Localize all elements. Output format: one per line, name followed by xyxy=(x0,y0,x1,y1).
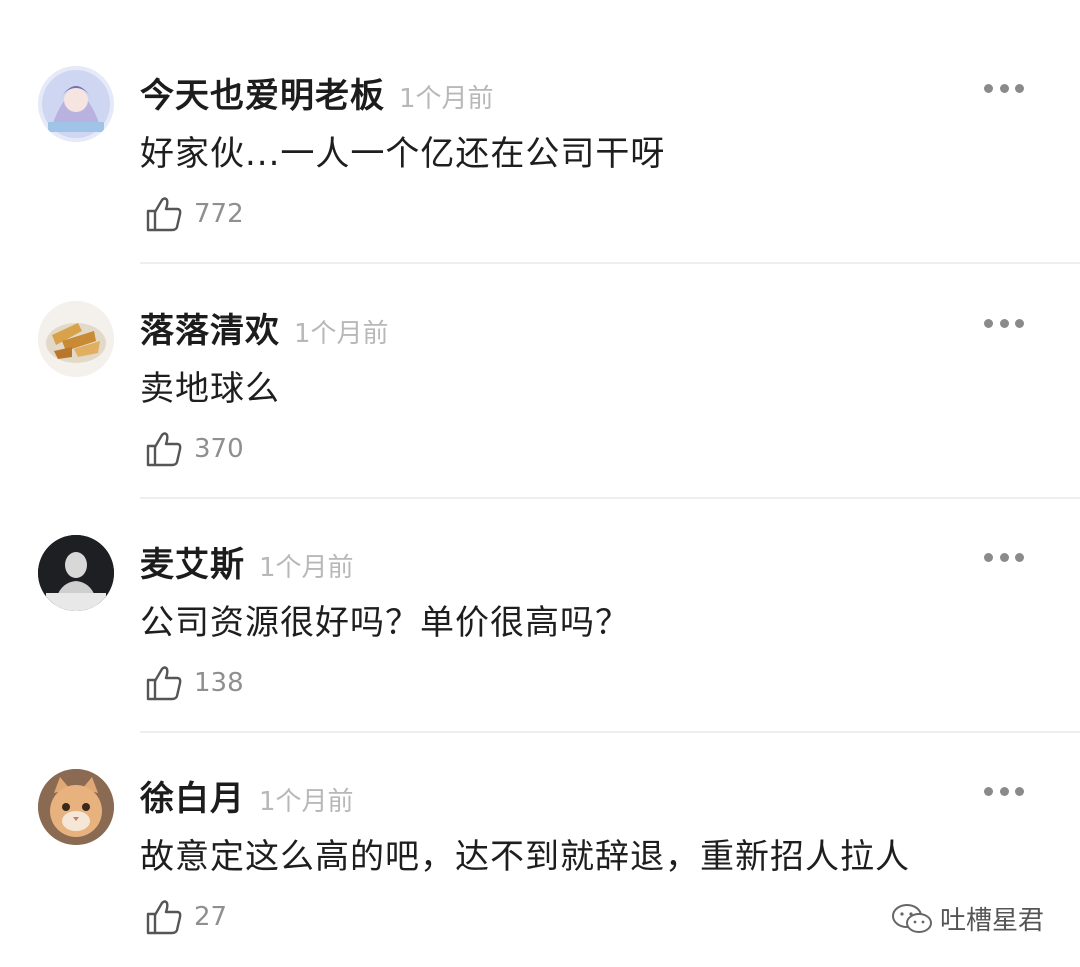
food-avatar-icon xyxy=(38,301,114,377)
username-text[interactable]: 麦艾斯 xyxy=(140,545,245,585)
comment-text: 好家伙...一人一个亿还在公司干呀 xyxy=(140,134,666,174)
like-count: 370 xyxy=(194,434,244,464)
like-button[interactable]: 27 xyxy=(144,897,227,937)
anime-avatar-icon xyxy=(38,66,114,142)
more-dot xyxy=(984,83,993,93)
more-dot xyxy=(999,786,1009,796)
user-avatar[interactable] xyxy=(38,769,114,845)
more-options-button[interactable] xyxy=(984,316,1024,330)
username[interactable]: 麦艾斯 1个月前 xyxy=(140,537,354,586)
more-dot xyxy=(984,318,993,328)
thumbs-up-icon xyxy=(146,432,182,467)
username-text[interactable]: 今天也爱明老板 xyxy=(140,76,385,116)
comment-text: 公司资源很好吗？单价很高吗？ xyxy=(140,603,630,643)
comment-time: 1个月前 xyxy=(259,787,354,817)
more-options-button[interactable] xyxy=(984,784,1024,798)
thumbs-up-icon xyxy=(146,900,182,935)
more-options-button[interactable] xyxy=(984,81,1024,95)
comment-item: 落落清欢 1个月前 卖地球么 370 xyxy=(0,235,1080,499)
username[interactable]: 徐白月 1个月前 xyxy=(140,771,354,820)
statue-avatar-icon xyxy=(38,535,114,611)
thumbs-up-icon xyxy=(146,197,182,232)
thumbs-up-icon xyxy=(146,666,182,701)
more-dot xyxy=(1015,786,1024,796)
more-dot xyxy=(999,552,1009,562)
like-count: 772 xyxy=(194,199,244,229)
username[interactable]: 今天也爱明老板 1个月前 xyxy=(140,68,494,117)
like-button[interactable]: 370 xyxy=(144,429,244,469)
more-dot xyxy=(1015,83,1024,93)
comment-time: 1个月前 xyxy=(294,319,389,349)
watermark-text: 吐槽星君 xyxy=(939,906,1044,936)
more-dot xyxy=(999,83,1009,93)
more-options-button[interactable] xyxy=(984,550,1024,564)
username[interactable]: 落落清欢 1个月前 xyxy=(140,303,389,352)
like-count: 138 xyxy=(194,668,244,698)
more-dot xyxy=(984,552,993,562)
user-avatar[interactable] xyxy=(38,66,114,142)
wechat-icon xyxy=(891,903,932,933)
comment-time: 1个月前 xyxy=(259,553,354,583)
more-dot xyxy=(984,786,993,796)
like-count: 27 xyxy=(194,902,228,932)
user-avatar[interactable] xyxy=(38,535,114,611)
comment-item: 麦艾斯 1个月前 公司资源很好吗？单价很高吗？ 138 xyxy=(0,469,1080,733)
username-text[interactable]: 徐白月 xyxy=(140,779,245,819)
comment-text: 卖地球么 xyxy=(140,369,280,409)
like-button[interactable]: 138 xyxy=(144,663,244,703)
user-avatar[interactable] xyxy=(38,301,114,377)
more-dot xyxy=(1015,552,1024,562)
comment-item: 今天也爱明老板 1个月前 好家伙...一人一个亿还在公司干呀 772 xyxy=(0,0,1080,264)
watermark: 吐槽星君 xyxy=(890,900,1044,937)
like-button[interactable]: 772 xyxy=(144,194,244,234)
cat-avatar-icon xyxy=(38,769,114,845)
more-dot xyxy=(999,318,1009,328)
comment-time: 1个月前 xyxy=(399,84,494,114)
username-text[interactable]: 落落清欢 xyxy=(140,311,280,351)
comment-text: 故意定这么高的吧，达不到就辞退，重新招人拉人 xyxy=(140,837,910,877)
more-dot xyxy=(1015,318,1024,328)
